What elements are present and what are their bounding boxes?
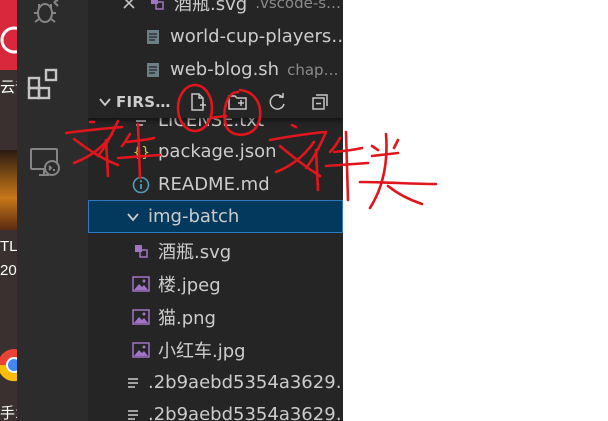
tree-item-label: README.md (158, 174, 270, 195)
image-file-icon (130, 273, 152, 295)
activity-bar (17, 0, 88, 421)
svg-text:{}: {} (133, 145, 150, 161)
open-editor-path: chap… (287, 60, 339, 79)
text-file-icon (122, 372, 144, 394)
image-file-icon (130, 306, 152, 328)
tree-item-label: .2b9aebd5354a3629… (148, 404, 343, 421)
tree-item-svg[interactable]: 酒瓶.svg (88, 234, 343, 267)
desktop-label: TLA (0, 238, 17, 255)
chevron-down-icon[interactable] (94, 95, 116, 109)
open-editor-item[interactable]: 酒瓶.svg .vscode-s… (88, 0, 343, 19)
open-editor-name: 酒瓶.svg (174, 0, 248, 15)
extensions-icon[interactable] (17, 66, 73, 104)
tree-item-label: img-batch (148, 206, 240, 227)
new-file-icon[interactable] (185, 90, 211, 114)
tree-item-jpeg[interactable]: 楼.jpeg (88, 267, 343, 300)
tree-item-package-json[interactable]: {} package.json (88, 135, 343, 168)
netease-music-app-icon[interactable] (0, 0, 17, 70)
open-editor-path: .vscode-s… (255, 0, 342, 12)
tree-item-label: 猫.png (158, 307, 216, 329)
tree-item-label: 楼.jpeg (158, 274, 221, 296)
desktop-label: 20 (0, 262, 17, 279)
text-file-icon (142, 26, 164, 48)
desktop-label: 手1 (0, 405, 17, 421)
tree-item-label: package.json (158, 141, 277, 162)
workspace-folder-title: FIRS… (116, 93, 171, 111)
tree-item-readme[interactable]: README.md (88, 168, 343, 201)
shell-file-icon (142, 59, 164, 81)
svg-file-icon (146, 0, 168, 14)
info-icon (130, 174, 152, 196)
explorer-section-header[interactable]: FIRS… (88, 86, 343, 118)
run-and-debug-icon[interactable] (17, 0, 73, 26)
desktop-background: 云音 TLA 20 手1 (0, 0, 17, 421)
blank-area (343, 0, 608, 421)
tree-item-hidden-file[interactable]: .2b9aebd5354a3629… (88, 366, 343, 399)
open-editor-item[interactable]: web-blog.sh chap… (88, 53, 343, 86)
tree-item-jpg[interactable]: 小红车.jpg (88, 333, 343, 366)
desktop-app-icon[interactable] (0, 150, 17, 230)
chevron-down-icon[interactable] (122, 206, 144, 228)
tree-item-label: 酒瓶.svg (158, 241, 232, 263)
explorer-sidebar: 酒瓶.svg .vscode-s… world-cup-players… web… (88, 0, 343, 421)
tree-item-label: 小红车.jpg (158, 340, 246, 362)
tree-item-label: .2b9aebd5354a3629… (148, 372, 343, 393)
new-folder-icon[interactable] (225, 90, 251, 114)
text-file-icon (122, 404, 144, 421)
desktop-label: 云音 (0, 79, 17, 96)
close-icon[interactable] (118, 0, 140, 14)
image-file-icon (130, 339, 152, 361)
tree-folder-img-batch[interactable]: img-batch (88, 200, 343, 233)
collapse-all-icon[interactable] (307, 90, 333, 114)
chrome-app-icon[interactable] (0, 330, 17, 400)
open-editor-name: world-cup-players… (170, 26, 343, 47)
remote-explorer-icon[interactable] (17, 146, 73, 180)
tree-item-hidden-file[interactable]: .2b9aebd5354a3629… (88, 398, 343, 421)
refresh-icon[interactable] (265, 90, 291, 114)
tree-item-png[interactable]: 猫.png (88, 300, 343, 333)
svg-file-icon (130, 240, 152, 262)
open-editor-item[interactable]: world-cup-players… (88, 20, 343, 53)
open-editor-name: web-blog.sh (170, 59, 280, 80)
json-file-icon: {} (130, 141, 152, 163)
